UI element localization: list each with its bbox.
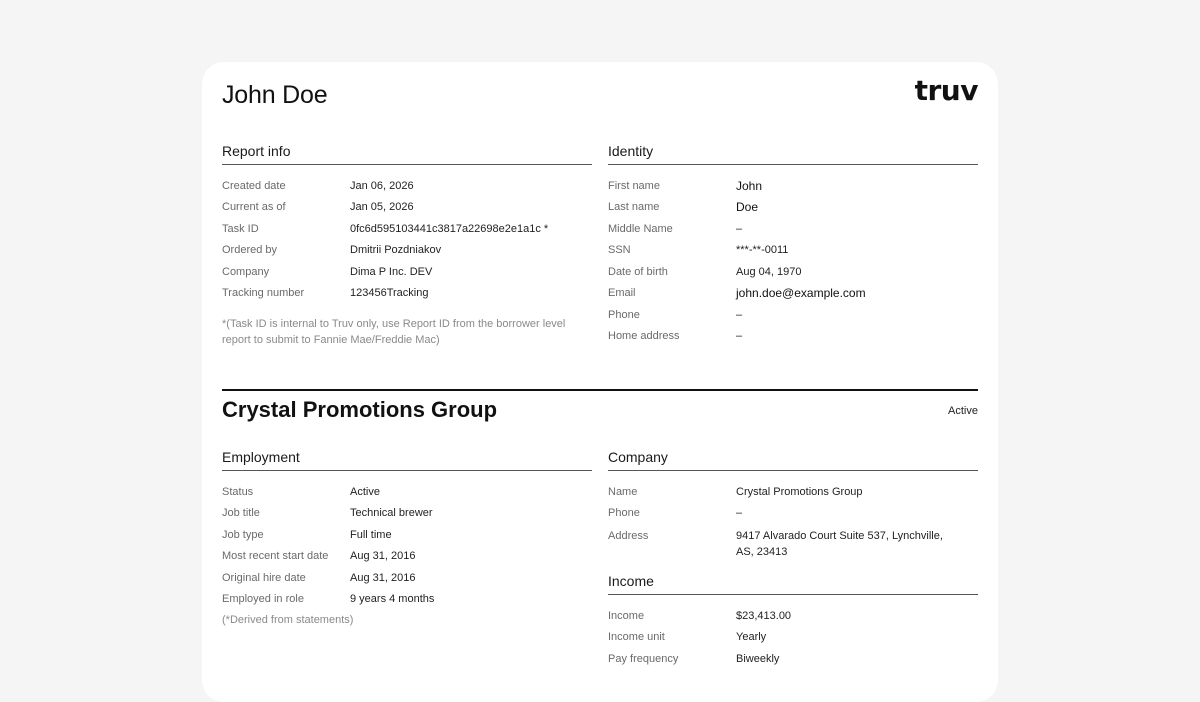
report-info-row: Task ID 0fc6d595103441c3817a22698e2e1a1c… [222,218,592,240]
field-value: 9417 Alvarado Court Suite 537, Lynchvill… [736,530,943,558]
field-label: Name [608,485,638,498]
field-value: – [736,330,743,343]
derived-footnote: (*Derived from statements) [222,614,354,626]
report-info-section: Report info Created date Jan 06, 2026 Cu… [222,142,592,348]
company-row: Phone – [608,503,978,525]
income-row: Income $23,413.00 [608,605,978,627]
field-value: john.doe@example.com [736,286,866,301]
field-value: Yearly [736,631,767,644]
field-value: Biweekly [736,652,780,665]
employer-status: Active [948,405,978,417]
field-label: Last name [608,201,660,214]
report-info-row: Tracking number 123456Tracking [222,283,592,305]
field-value: ***-**-0011 [736,244,789,257]
report-info-row: Company Dima P Inc. DEV [222,261,592,283]
field-label: Employed in role [222,593,304,606]
task-id-footnote: *(Task ID is internal to Truv only, use … [222,318,566,346]
identity-row: Phone – [608,304,978,326]
section-title-identity: Identity [608,142,978,165]
employer-name: Crystal Promotions Group [222,397,498,422]
section-title-report-info: Report info [222,142,592,165]
field-value: Doe [736,200,759,215]
employment-row: Job title Technical brewer [222,503,592,525]
field-label: Job type [222,528,264,541]
report-info-row: Current as of Jan 05, 2026 [222,197,592,219]
field-label: Phone [608,308,640,321]
employment-row: Employed in role 9 years 4 months [222,589,592,611]
employment-row: Job type Full time [222,524,592,546]
income-section: Income Income $23,413.00 Income unit Yea… [608,572,978,670]
section-divider [222,389,978,391]
person-name: John Doe [222,81,328,109]
employment-row: Status Active [222,481,592,503]
report-info-row: Ordered by Dmitrii Pozdniakov [222,240,592,262]
field-value: – [736,507,743,520]
field-value: Jan 05, 2026 [350,201,414,214]
section-title-company: Company [608,448,978,471]
field-label: Original hire date [222,571,306,584]
field-label: Current as of [222,201,286,214]
identity-row: Home address – [608,326,978,348]
field-label: Ordered by [222,244,278,257]
identity-row: Middle Name – [608,218,978,240]
identity-row: SSN ***-**-0011 [608,240,978,262]
income-row: Pay frequency Biweekly [608,648,978,670]
field-value: Crystal Promotions Group [736,485,863,498]
employment-section: Employment Status Active Job title Techn… [222,448,592,628]
identity-row: First name John [608,175,978,197]
field-label: Date of birth [608,265,668,278]
field-label: Home address [608,330,680,343]
identity-row: Date of birth Aug 04, 1970 [608,261,978,283]
truv-logo: truv [914,74,979,107]
field-label: Company [222,265,270,278]
field-label: Job title [222,507,260,520]
field-value: – [736,308,743,321]
field-value: 0fc6d595103441c3817a22698e2e1a1c * [350,222,549,235]
employment-row: Most recent start date Aug 31, 2016 [222,546,592,568]
field-label: Email [608,287,636,300]
field-label: First name [608,179,660,192]
company-row: Address 9417 Alvarado Court Suite 537, L… [608,524,978,560]
field-value: Full time [350,528,392,541]
field-value: Technical brewer [350,507,433,520]
income-row: Income unit Yearly [608,627,978,649]
field-label: Phone [608,507,640,520]
report-info-row: Created date Jan 06, 2026 [222,175,592,197]
field-label: SSN [608,244,631,257]
field-value: Dmitrii Pozdniakov [350,244,442,257]
field-value: Jan 06, 2026 [350,179,414,192]
identity-row: Email john.doe@example.com [608,283,978,305]
company-row: Name Crystal Promotions Group [608,481,978,503]
employment-row: Original hire date Aug 31, 2016 [222,567,592,589]
field-value: Aug 04, 1970 [736,265,802,278]
field-value: Aug 31, 2016 [350,571,416,584]
field-value: Active [350,485,380,498]
field-value: $23,413.00 [736,609,792,622]
identity-row: Last name Doe [608,197,978,219]
field-label: Pay frequency [608,652,679,665]
field-label: Status [222,485,254,498]
identity-section: Identity First name John Last name Doe M… [608,142,978,347]
field-value: – [736,222,743,235]
field-label: Middle Name [608,222,673,235]
company-section: Company Name Crystal Promotions Group Ph… [608,448,978,560]
field-label: Most recent start date [222,550,329,563]
field-value: 9 years 4 months [350,593,435,606]
field-value: John [736,178,763,193]
field-label: Created date [222,179,286,192]
field-label: Address [608,530,649,542]
field-label: Task ID [222,222,259,235]
field-value: Aug 31, 2016 [350,550,416,563]
field-label: Income [608,609,645,622]
field-value: 123456Tracking [350,287,429,300]
section-title-income: Income [608,572,978,595]
field-value: Dima P Inc. DEV [350,265,433,278]
field-label: Income unit [608,631,665,644]
report-card: John Doe truv Report info Created date J… [202,62,998,702]
section-title-employment: Employment [222,448,592,471]
field-label: Tracking number [222,287,305,300]
